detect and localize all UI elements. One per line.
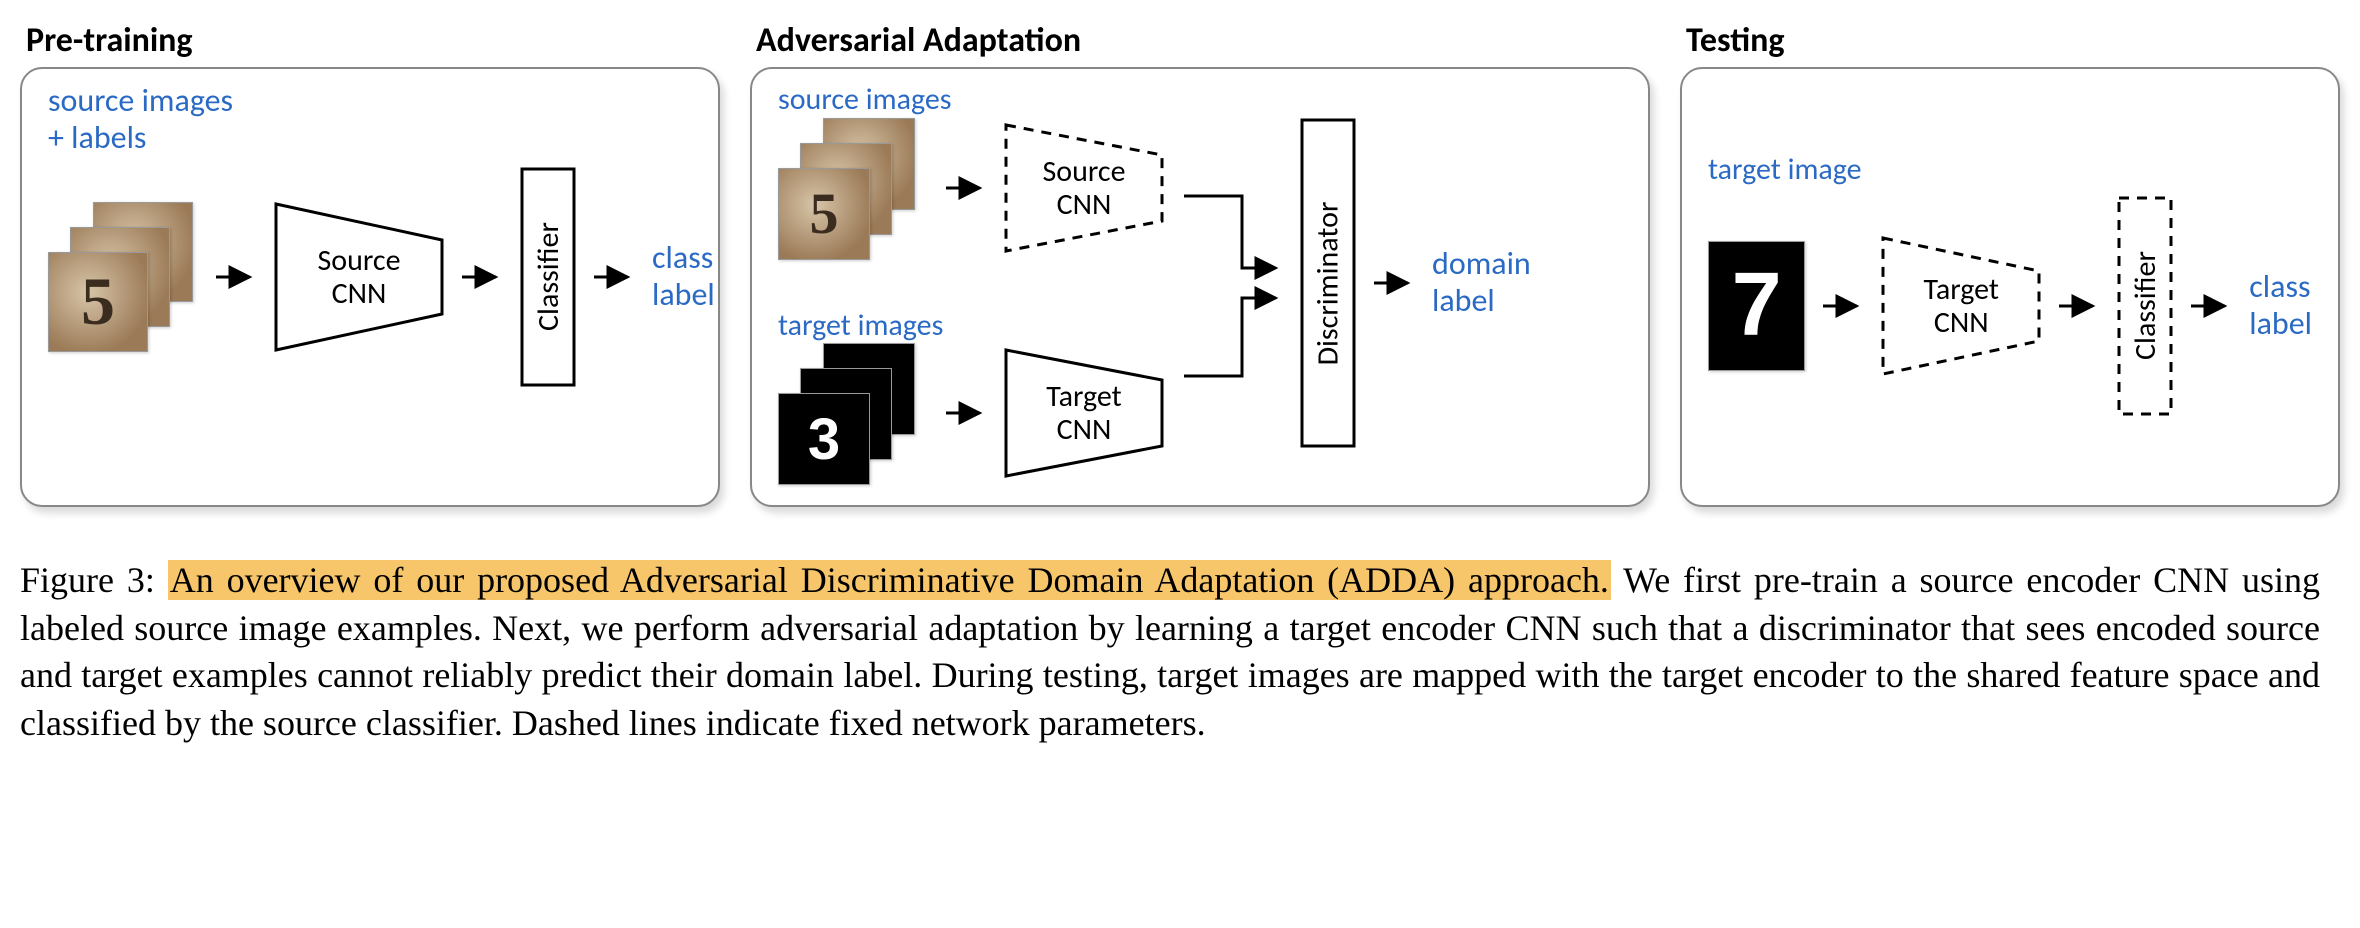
- discriminator-block: Discriminator: [1300, 118, 1356, 448]
- target-cnn-label: Target CNN: [1046, 380, 1121, 446]
- adapt-src-stack: 1 6 5: [778, 118, 928, 258]
- arrow-icon: [594, 265, 634, 289]
- adaptation-panel: source images 1 6 5 Source CNN: [750, 67, 1650, 507]
- pretraining-panel: source images + labels 1 6 5 Source CNN …: [20, 67, 720, 507]
- arrow-icon: [462, 265, 502, 289]
- classifier-frozen: Classifier: [2117, 196, 2173, 416]
- source-cnn-label: Source CNN: [1043, 155, 1126, 221]
- panel-row: Pre-training source images + labels 1 6 …: [20, 20, 2340, 507]
- arrow-icon: [1374, 271, 1414, 295]
- target-cnn-frozen: Target CNN: [1881, 236, 2041, 376]
- adaptation-title: Adversarial Adaptation: [756, 20, 1650, 61]
- test-tgt-label: target image: [1708, 153, 2312, 188]
- arrow-icon: [946, 176, 986, 200]
- adapt-tgt-label: target images: [778, 309, 1164, 344]
- source-cnn-frozen: Source CNN: [1004, 123, 1164, 253]
- figure-number: Figure 3:: [20, 560, 155, 600]
- arrow-icon: [2059, 294, 2099, 318]
- testing-title: Testing: [1686, 20, 2340, 61]
- svhn-digit: 5: [778, 168, 870, 260]
- pretraining-title: Pre-training: [26, 20, 720, 61]
- arrow-icon: [946, 401, 986, 425]
- class-label-output: class label: [652, 240, 715, 314]
- figure-caption: Figure 3: An overview of our proposed Ad…: [20, 557, 2320, 747]
- classifier-label: Classifier: [2127, 251, 2164, 360]
- converging-arrows: [1182, 118, 1282, 448]
- src-images-label: source images + labels: [48, 83, 692, 157]
- arrow-icon: [2191, 294, 2231, 318]
- classifier-label: Classifier: [530, 222, 567, 331]
- mnist-test-digit: 7: [1708, 241, 1805, 371]
- domain-label-output: domain label: [1432, 246, 1531, 320]
- testing-wrap: Testing target image 7 Target CNN Classi…: [1680, 20, 2340, 507]
- source-cnn-block: Source CNN: [274, 202, 444, 352]
- testing-panel: target image 7 Target CNN Classifier cla…: [1680, 67, 2340, 507]
- target-cnn-block: Target CNN: [1004, 348, 1164, 478]
- source-cnn-label: Source CNN: [318, 244, 401, 310]
- src-digit-stack: 1 6 5: [48, 202, 198, 352]
- adaptation-left-col: source images 1 6 5 Source CNN: [778, 83, 1164, 483]
- classifier-block: Classifier: [520, 167, 576, 387]
- adaptation-wrap: Adversarial Adaptation source images 1 6…: [750, 20, 1650, 507]
- adapt-tgt-stack: 1 4 3: [778, 343, 928, 483]
- arrow-icon: [1823, 294, 1863, 318]
- arrow-icon: [216, 265, 256, 289]
- class-label-output: class label: [2249, 269, 2312, 343]
- svhn-digit: 5: [48, 252, 148, 352]
- adapt-src-label: source images: [778, 83, 1164, 118]
- caption-highlight: An overview of our proposed Adversarial …: [168, 560, 1611, 600]
- discriminator-label: Discriminator: [1310, 201, 1347, 365]
- pretraining-wrap: Pre-training source images + labels 1 6 …: [20, 20, 720, 507]
- mnist-digit: 3: [778, 393, 870, 485]
- target-cnn-label: Target CNN: [1924, 273, 1999, 339]
